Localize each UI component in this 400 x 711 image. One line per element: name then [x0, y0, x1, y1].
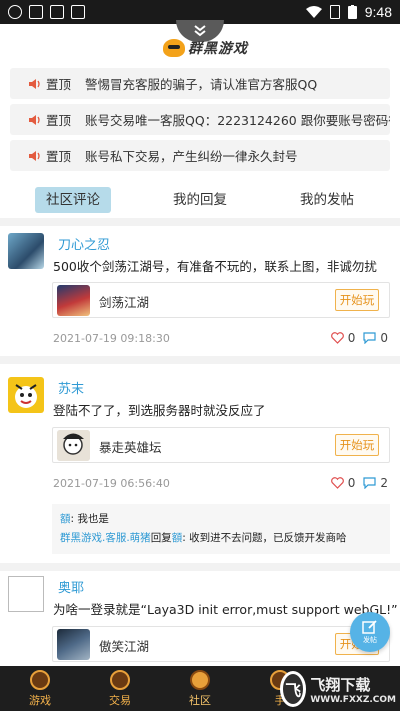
post-content: 为啥一登录就是“Laya3D init error,must support w…: [53, 602, 398, 617]
comment-icon[interactable]: [363, 477, 376, 489]
nav-label: 社区: [189, 693, 211, 707]
avatar-mascot: [15, 384, 37, 408]
game-card[interactable]: 暴走英雄坛 开始玩: [52, 427, 390, 463]
start-play-button[interactable]: 开始玩: [335, 434, 379, 456]
pinned-notice[interactable]: 置顶 账号交易唯一客服QQ：2223124260 跟你要账号密码得: [10, 104, 390, 135]
reply-target[interactable]: 額: [172, 532, 183, 544]
post-stats: 0 2: [330, 476, 388, 490]
notice-text: 账号交易唯一客服QQ：2223124260 跟你要账号密码得: [85, 113, 390, 128]
divider: [0, 356, 400, 364]
game-thumbnail: [57, 430, 90, 461]
game-thumbnail: [57, 629, 90, 660]
notice-text: 账号私下交易，产生纠纷一律永久封号: [85, 149, 298, 164]
post-username[interactable]: 苏末: [58, 378, 84, 397]
new-post-label: 发帖: [363, 636, 377, 644]
heart-icon[interactable]: [330, 477, 344, 489]
watermark-title: 飞翔下载: [310, 675, 371, 694]
reply-author[interactable]: 群黑游戏.客服.萌猪: [60, 532, 151, 544]
game-name: 剑荡江湖: [99, 295, 150, 310]
like-count: 0: [347, 476, 356, 490]
battery-icon: [347, 5, 357, 19]
game-thumbnail: [57, 285, 90, 316]
speaker-icon: [29, 78, 40, 89]
game-name: 傲笑江湖: [99, 639, 150, 654]
game-card[interactable]: 剑荡江湖 开始玩: [52, 282, 390, 318]
community-icon: [190, 669, 210, 690]
nav-item-trade[interactable]: 交易: [80, 666, 160, 711]
pinned-notices: 置顶 警惕冒充客服的骗子，请认准官方客服QQ 置顶 账号交易唯一客服QQ：222…: [10, 68, 390, 176]
status-time: 9:48: [364, 4, 392, 20]
reply-author[interactable]: 額: [60, 513, 71, 525]
notice-text: 警惕冒充客服的骗子，请认准官方客服QQ: [85, 77, 318, 92]
new-post-button[interactable]: 发帖: [350, 612, 390, 652]
post-timestamp: 2021-07-19 09:18:30: [53, 332, 170, 345]
nav-label: 游戏: [29, 693, 51, 707]
post-item: 刀心之忍 500收个剑荡江湖号，有准备不玩的，联系上图，非诚勿扰 剑荡江湖 开始…: [0, 226, 400, 356]
like-count: 0: [347, 331, 356, 345]
community-tabs: 社区评论 我的回复 我的发帖: [0, 184, 400, 216]
grid-icon: [71, 5, 85, 19]
chevron-double-down-icon: [194, 25, 206, 37]
watermark: 飞 飞翔下载 WWW.FXXZ.COM: [280, 668, 396, 710]
game-thumbnail-art: [57, 430, 90, 461]
watermark-text: 飞翔下载 WWW.FXXZ.COM: [310, 674, 396, 705]
post-item: 苏末 登陆不了了，到选服务器时就没反应了 暴走英雄坛 开始玩 2021-07-1…: [0, 364, 400, 564]
reply-item[interactable]: 群黑游戏.客服.萌猪回复額: 收到进不去问题，已反馈开发商哈: [60, 529, 382, 548]
start-play-button[interactable]: 开始玩: [335, 289, 379, 311]
logo-text: 群黑游戏: [188, 41, 248, 57]
heart-icon[interactable]: [330, 332, 344, 344]
comment-icon[interactable]: [363, 332, 376, 344]
comment-count: 2: [380, 476, 388, 490]
post-content: 500收个剑荡江湖号，有准备不玩的，联系上图，非诚勿扰: [53, 259, 377, 274]
tab-my-replies[interactable]: 我的回复: [165, 187, 235, 213]
edit-icon: [362, 620, 377, 634]
reply-text: : 收到进不去问题，已反馈开发商哈: [182, 532, 347, 544]
game-card[interactable]: 傲笑江湖 开始玩: [52, 626, 390, 662]
notice-tag: 置顶: [46, 77, 72, 92]
post-content: 登陆不了了，到选服务器时就没反应了: [53, 403, 266, 418]
reply-item[interactable]: 額: 我也是: [60, 510, 382, 529]
post-stats: 0 0: [330, 331, 388, 345]
watermark-url: WWW.FXXZ.COM: [310, 694, 396, 705]
trade-icon: [110, 669, 130, 690]
tab-community-comments[interactable]: 社区评论: [35, 187, 111, 213]
reply-verb: 回复: [150, 532, 172, 544]
app-icon: [29, 5, 43, 19]
app-header: 群黑游戏: [0, 20, 400, 60]
post-username[interactable]: 刀心之忍: [58, 234, 110, 253]
post-username[interactable]: 奥耶: [58, 577, 84, 596]
divider: [0, 218, 400, 226]
avatar[interactable]: [8, 576, 44, 612]
post-item: 奥耶 为啥一登录就是“Laya3D init error,must suppor…: [0, 571, 400, 666]
nav-item-games[interactable]: 游戏: [0, 666, 80, 711]
comment-count: 0: [380, 331, 388, 345]
avatar[interactable]: [8, 377, 44, 413]
logo-mascot-icon: [163, 39, 185, 57]
games-icon: [30, 669, 50, 690]
reply-list: 額: 我也是 群黑游戏.客服.萌猪回复額: 收到进不去问题，已反馈开发商哈: [52, 504, 390, 554]
watermark-logo-icon: 飞: [280, 671, 307, 707]
app-icon: [50, 5, 64, 19]
reply-text: : 我也是: [70, 513, 109, 525]
app-logo: 群黑游戏: [163, 38, 248, 58]
divider: [0, 563, 400, 571]
sim-icon: [329, 5, 340, 19]
pinned-notice[interactable]: 置顶 警惕冒充客服的骗子，请认准官方客服QQ: [10, 68, 390, 99]
speaker-icon: [29, 150, 40, 161]
notice-tag: 置顶: [46, 113, 72, 128]
avatar[interactable]: [8, 233, 44, 269]
pinned-notice[interactable]: 置顶 账号私下交易，产生纠纷一律永久封号: [10, 140, 390, 171]
broom-icon: [8, 5, 22, 19]
game-name: 暴走英雄坛: [99, 440, 162, 455]
wifi-icon: [305, 6, 322, 18]
nav-label: 交易: [109, 693, 131, 707]
tab-my-posts[interactable]: 我的发帖: [292, 187, 362, 213]
nav-item-community[interactable]: 社区: [160, 666, 240, 711]
post-timestamp: 2021-07-19 06:56:40: [53, 477, 170, 490]
speaker-icon: [29, 114, 40, 125]
notice-tag: 置顶: [46, 149, 72, 164]
